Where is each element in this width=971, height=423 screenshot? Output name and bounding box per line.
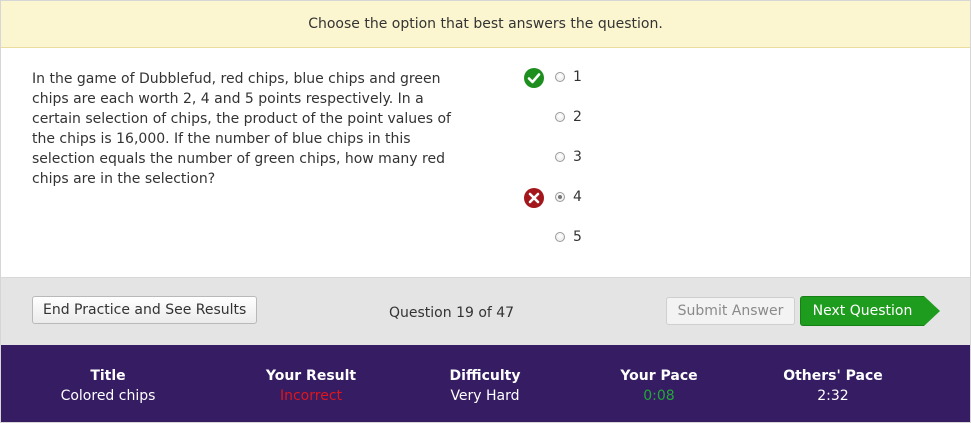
answer-label: 1 — [573, 69, 582, 85]
check-icon — [524, 68, 544, 88]
stat-difficulty: Difficulty Very Hard — [405, 366, 565, 406]
next-question-button[interactable]: Next Question — [800, 296, 940, 326]
stat-difficulty-heading: Difficulty — [449, 368, 521, 384]
stat-result-value: Incorrect — [279, 388, 343, 404]
stat-others-pace-value: 2:32 — [817, 388, 849, 404]
end-practice-button[interactable]: End Practice and See Results — [32, 296, 258, 324]
question-panel: Choose the option that best answers the … — [0, 0, 971, 423]
answer-option-5[interactable]: 5 — [521, 225, 641, 265]
stat-your-pace-heading: Your Pace — [620, 368, 698, 384]
answer-option-4[interactable]: 4 — [521, 185, 641, 225]
answer-label: 4 — [573, 189, 582, 205]
stat-title: Title Colored chips — [28, 366, 188, 406]
answer-radio[interactable] — [555, 152, 565, 162]
stat-difficulty-value: Very Hard — [450, 388, 520, 404]
stats-bar: Title Colored chips Your Result Incorrec… — [1, 345, 970, 422]
stat-others-pace-heading: Others' Pace — [783, 368, 883, 384]
x-icon — [524, 188, 544, 208]
answer-option-1[interactable]: 1 — [521, 65, 641, 105]
action-toolbar: End Practice and See Results Question 19… — [1, 277, 970, 345]
answer-radio[interactable] — [555, 232, 565, 242]
question-text: In the game of Dubblefud, red chips, blu… — [32, 71, 451, 187]
question-counter: Question 19 of 47 — [389, 305, 515, 321]
stat-others-pace: Others' Pace 2:32 — [753, 366, 913, 406]
answer-label: 2 — [573, 109, 582, 125]
stat-your-pace: Your Pace 0:08 — [579, 366, 739, 406]
stat-result-heading: Your Result — [265, 368, 357, 384]
answer-radio[interactable] — [555, 72, 565, 82]
answer-label: 3 — [573, 149, 582, 165]
stat-title-value: Colored chips — [60, 388, 156, 404]
answer-label: 5 — [573, 229, 582, 245]
answer-option-3[interactable]: 3 — [521, 145, 641, 185]
stat-result: Your Result Incorrect — [231, 366, 391, 406]
stat-your-pace-value: 0:08 — [643, 388, 675, 404]
submit-answer-button[interactable]: Submit Answer — [666, 297, 795, 325]
stat-title-heading: Title — [90, 368, 126, 384]
answer-option-2[interactable]: 2 — [521, 105, 641, 145]
answer-radio[interactable] — [555, 112, 565, 122]
answer-options: 1 2 3 4 5 — [521, 65, 641, 265]
instruction-banner: Choose the option that best answers the … — [1, 1, 970, 48]
answer-radio-selected[interactable] — [555, 192, 565, 202]
